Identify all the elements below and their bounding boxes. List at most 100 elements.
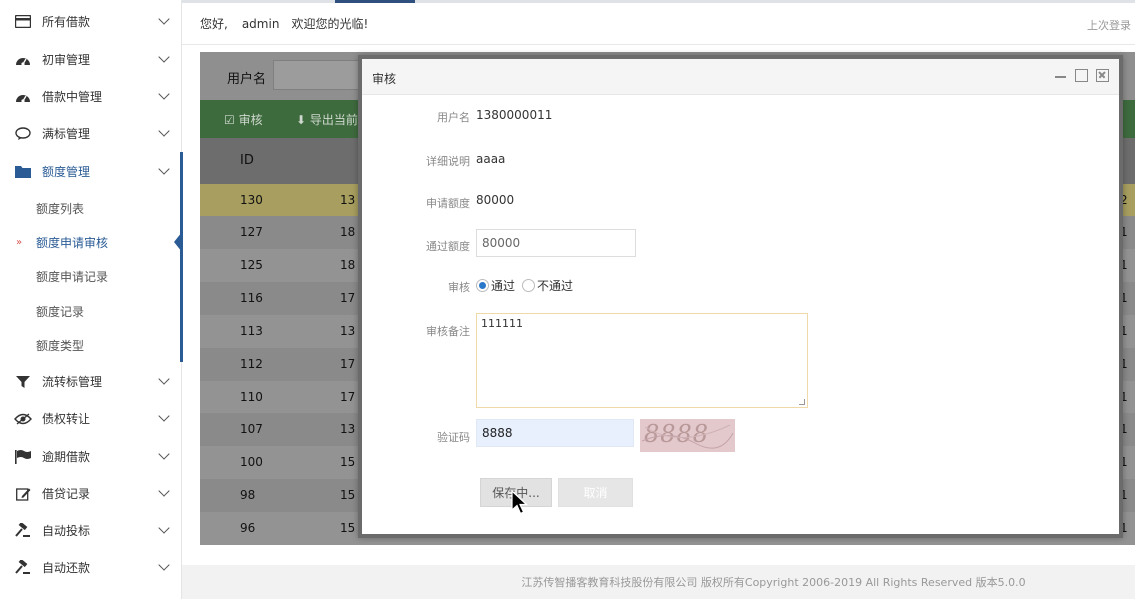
sub-item-label: 额度记录 <box>36 304 85 319</box>
sub-item-quota-type[interactable]: 额度类型 <box>0 328 182 362</box>
cell-username: 13 <box>340 324 356 338</box>
radio-reject-label: 不通过 <box>537 279 574 293</box>
close-icon[interactable] <box>1096 69 1109 82</box>
audit-button[interactable]: ☑ 审核 <box>224 111 263 128</box>
radio-reject[interactable]: 不通过 <box>522 277 573 294</box>
footer: 江苏传智播客教育科技股份有限公司 版权所有Copyright 2006-2019… <box>182 565 1135 599</box>
chevron-down-icon <box>158 559 170 571</box>
eye-icon <box>14 411 32 427</box>
sidebar-item-loan-records[interactable]: 借贷记录 <box>0 475 182 512</box>
apply-amount-value: 80000 <box>476 193 515 207</box>
sidebar-item-label: 自动还款 <box>42 561 91 575</box>
sidebar-item-full-bid[interactable]: 满标管理 <box>0 115 182 152</box>
chevron-down-icon <box>158 51 170 63</box>
chevron-down-icon <box>158 163 170 175</box>
sub-item-quota-apply-review[interactable]: » 额度申请审核 <box>0 225 182 259</box>
cell-username: 18 <box>340 225 356 239</box>
pass-amount-input[interactable]: 80000 <box>476 229 636 257</box>
sidebar-item-auto-bid[interactable]: 自动投标 <box>0 512 182 549</box>
chevron-down-icon <box>158 485 170 497</box>
card-icon <box>14 14 32 30</box>
username-label: 用户名 <box>437 111 470 124</box>
cell-id: 96 <box>240 521 256 535</box>
radio-pass-label: 通过 <box>491 279 516 293</box>
detail-label: 详细说明 <box>426 155 470 168</box>
cell-username: 15 <box>340 455 356 469</box>
chevron-down-icon <box>158 125 170 137</box>
sidebar-item-label: 额度管理 <box>42 165 91 179</box>
chevron-down-icon <box>158 88 170 100</box>
cancel-button[interactable]: 取消 <box>558 478 633 507</box>
sub-item-quota-record[interactable]: 额度记录 <box>0 294 182 328</box>
edit-icon <box>14 486 32 502</box>
sub-item-quota-apply-record[interactable]: 额度申请记录 <box>0 259 182 293</box>
audit-label: 审核 <box>448 281 470 294</box>
sidebar-item-overdue-loans[interactable]: 逾期借款 <box>0 438 182 475</box>
radio-pass[interactable]: 通过 <box>476 277 515 294</box>
dashboard-icon <box>14 52 32 68</box>
cell-id: 125 <box>240 258 263 272</box>
export-button[interactable]: ⬇ 导出当前 <box>296 111 358 128</box>
sidebar-item-label: 所有借款 <box>42 15 91 29</box>
username-value: 1380000011 <box>476 108 553 122</box>
cell-username: 17 <box>340 357 356 371</box>
sub-item-quota-list[interactable]: 额度列表 <box>0 191 182 225</box>
username-search-input[interactable] <box>273 60 363 90</box>
sub-item-label: 额度申请记录 <box>36 269 109 284</box>
edit-icon: ☑ <box>224 113 235 127</box>
sub-item-label: 额度申请审核 <box>36 235 109 250</box>
sidebar-item-debt-transfer[interactable]: 债权转让 <box>0 400 182 437</box>
filter-icon <box>14 374 32 390</box>
cell-id: 113 <box>240 324 263 338</box>
cell-username: 15 <box>340 521 356 535</box>
cell-username: 17 <box>340 291 356 305</box>
cell-id: 130 <box>240 193 263 207</box>
sidebar-item-label: 初审管理 <box>42 53 91 67</box>
dialog-title: 审核 <box>372 72 397 86</box>
sub-item-label: 额度列表 <box>36 201 85 216</box>
active-section-rail <box>180 152 183 362</box>
cell-id: 112 <box>240 357 263 371</box>
captcha-input[interactable]: 8888 <box>476 419 634 447</box>
copyright-text: 江苏传智播客教育科技股份有限公司 版权所有Copyright 2006-2019… <box>521 576 1026 589</box>
chevron-down-icon <box>158 13 170 25</box>
chevron-down-icon <box>158 448 170 460</box>
maximize-icon[interactable] <box>1075 69 1088 82</box>
dialog-header: 审核 <box>362 59 1119 95</box>
sidebar-item-label: 借款中管理 <box>42 90 103 104</box>
pass-amount-label: 通过额度 <box>426 240 470 253</box>
sidebar-item-all-loans[interactable]: 所有借款 <box>0 3 182 40</box>
detail-value: aaaa <box>476 152 506 166</box>
chevron-down-icon <box>158 522 170 534</box>
remark-label: 审核备注 <box>426 325 470 338</box>
sidebar-item-label: 借贷记录 <box>42 487 91 501</box>
sidebar-item-label: 自动投标 <box>42 524 91 538</box>
captcha-image[interactable]: 8888 <box>640 419 735 452</box>
sidebar-item-label: 债权转让 <box>42 412 91 426</box>
username-text: admin <box>241 16 280 31</box>
sidebar-item-auto-repay[interactable]: 自动还款 <box>0 549 182 586</box>
resize-handle-icon[interactable] <box>799 399 805 405</box>
sidebar-item-transfer-bid[interactable]: 流转标管理 <box>0 363 182 400</box>
top-header: 您好, admin 欢迎您的光临! 上次登录 <box>182 3 1135 45</box>
radio-dot <box>522 279 535 292</box>
remark-textarea[interactable]: 111111 <box>476 313 808 408</box>
remark-text: 111111 <box>481 317 523 330</box>
sidebar-item-first-review[interactable]: 初审管理 <box>0 41 182 78</box>
export-button-label: 导出当前 <box>309 113 358 127</box>
sidebar-item-loans-in-progress[interactable]: 借款中管理 <box>0 78 182 115</box>
cell-username: 13 <box>340 422 356 436</box>
column-header-id: ID <box>240 153 254 168</box>
mouse-cursor-icon <box>511 490 529 515</box>
sidebar-item-quota-management[interactable]: 额度管理 <box>0 153 182 190</box>
captcha-label: 验证码 <box>437 431 470 444</box>
flag-icon <box>14 449 32 465</box>
audit-dialog: 审核 用户名 1380000011 详细说明 aaaa 申请额度 80000 通… <box>358 55 1123 538</box>
apply-amount-label: 申请额度 <box>426 197 470 210</box>
cell-id: 107 <box>240 422 263 436</box>
welcome-text: 欢迎您的光临! <box>291 17 369 31</box>
minimize-icon[interactable] <box>1054 69 1067 82</box>
radio-dot <box>476 279 489 292</box>
captcha-noise <box>641 424 734 449</box>
cell-username: 15 <box>340 488 356 502</box>
